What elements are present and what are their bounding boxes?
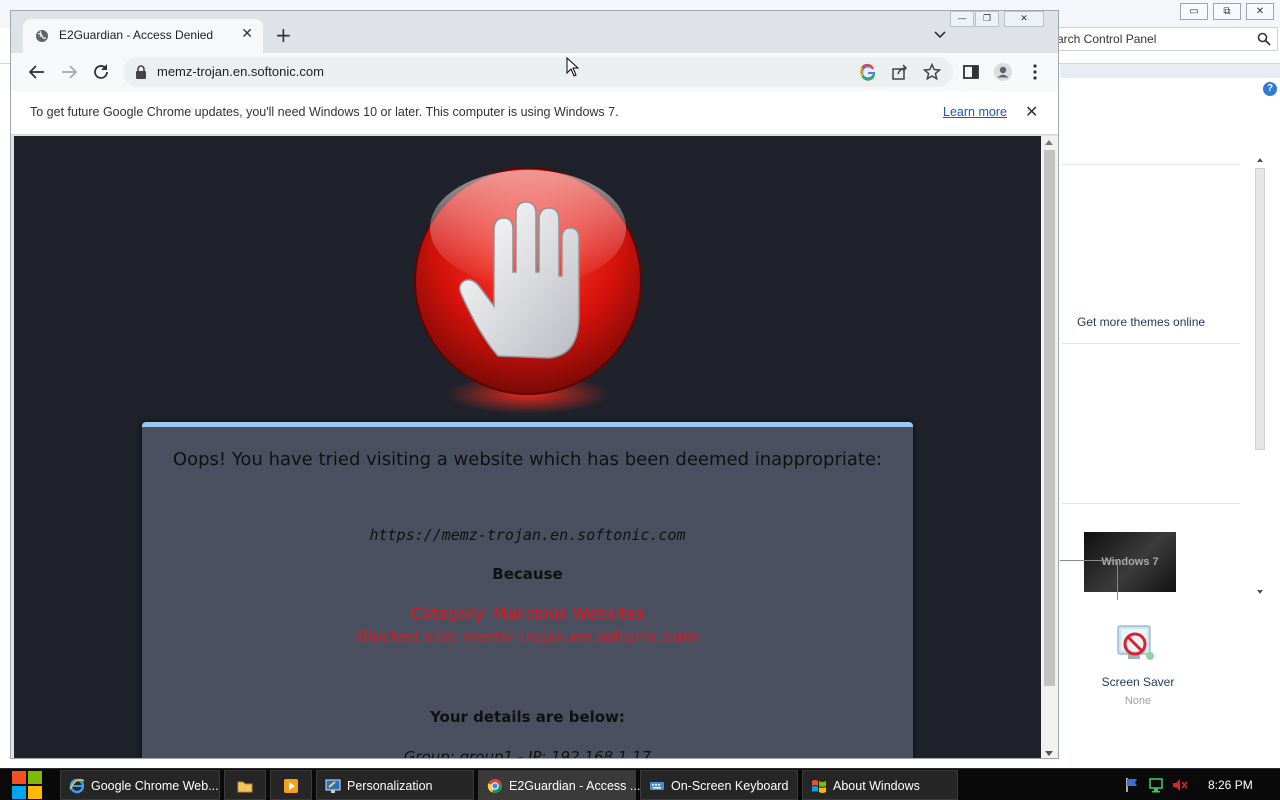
theme-selection-frame (1060, 560, 1118, 600)
globe-icon (36, 30, 48, 42)
tab-title: E2Guardian - Access Denied (59, 28, 214, 42)
keyboard-icon (650, 782, 664, 790)
taskbar-item-on-screen-keyboard[interactable]: On-Screen Keyboard (640, 770, 798, 800)
taskbar-item-media-player[interactable] (270, 770, 312, 800)
control-panel-maximize-button[interactable]: ⧉ (1213, 3, 1241, 20)
divider (1062, 164, 1240, 165)
windows-flag-icon (812, 780, 826, 793)
chrome-toolbar: memz-trojan.en.softonic.com (11, 53, 1058, 91)
lock-icon[interactable] (135, 65, 147, 79)
taskbar-item-personalization[interactable]: Personalization (316, 770, 474, 800)
taskbar-item-explorer[interactable] (224, 770, 266, 800)
close-tab-icon[interactable]: ✕ (241, 26, 253, 42)
google-lens-icon[interactable] (859, 63, 877, 81)
media-player-icon (284, 779, 298, 793)
windows-start-icon[interactable] (10, 769, 44, 800)
taskbar-item-label: About Windows (833, 779, 920, 793)
scroll-up-arrow-icon[interactable] (1045, 140, 1053, 145)
chrome-update-infobar: To get future Google Chrome updates, you… (11, 91, 1058, 135)
learn-more-link[interactable]: Learn more (943, 105, 1007, 119)
control-panel-scroll-thumb[interactable] (1255, 168, 1265, 450)
stop-hand-icon (414, 167, 642, 414)
infobar-message: To get future Google Chrome updates, you… (30, 105, 619, 119)
action-center-flag-icon[interactable] (1124, 777, 1140, 793)
profile-avatar-icon[interactable] (993, 62, 1013, 82)
taskbar-item-label: Personalization (347, 779, 433, 793)
chrome-window: E2Guardian - Access Denied ✕ + — ❐ ✕ mem… (10, 10, 1059, 759)
reload-icon[interactable] (91, 62, 111, 82)
group-ip-line: Group: group1 - IP: 192.168.1.17 (403, 748, 652, 759)
forward-arrow-icon[interactable] (59, 62, 79, 82)
control-panel-menu-strip (1060, 64, 1280, 78)
bookmark-star-icon[interactable] (923, 63, 941, 81)
kebab-menu-icon[interactable] (1025, 62, 1045, 82)
folder-icon (237, 781, 253, 793)
volume-muted-icon[interactable] (1172, 777, 1188, 793)
tab-e2guardian[interactable]: E2Guardian - Access Denied ✕ (23, 19, 263, 53)
taskbar-item-e2guardian[interactable]: E2Guardian - Access ... (478, 770, 640, 800)
page-scrollbar[interactable] (1041, 136, 1058, 758)
control-panel-minimize-button[interactable]: ▭ (1180, 3, 1208, 20)
page-scroll-thumb[interactable] (1044, 150, 1055, 686)
taskbar-item-label: On-Screen Keyboard (671, 779, 789, 793)
personalization-icon (325, 779, 341, 793)
get-more-themes-link[interactable]: Get more themes online (1077, 315, 1205, 329)
taskbar-item-label: E2Guardian - Access ... (509, 779, 641, 793)
chrome-maximize-button[interactable]: ❐ (975, 11, 999, 27)
details-heading: Your details are below: (430, 708, 625, 726)
control-panel-close-button[interactable]: ✕ (1246, 3, 1274, 20)
chrome-icon (487, 779, 503, 794)
share-icon[interactable] (891, 63, 909, 81)
control-panel-search-placeholder: arch Control Panel (1057, 32, 1157, 46)
divider (1062, 503, 1240, 504)
new-tab-button[interactable]: + (275, 25, 292, 45)
mouse-cursor-icon (566, 57, 580, 77)
ie-icon (69, 778, 85, 794)
blocked-url: https://memz-trojan.en.softonic.com (369, 526, 686, 544)
tab-strip: E2Guardian - Access Denied ✕ + — ❐ ✕ (11, 11, 1058, 53)
side-panel-icon[interactable] (961, 62, 981, 82)
infobar-close-icon[interactable]: ✕ (1025, 102, 1038, 121)
block-category: Category: Malicious Websites (410, 604, 645, 623)
back-arrow-icon[interactable] (27, 62, 47, 82)
chrome-close-button[interactable]: ✕ (1004, 11, 1044, 27)
screen-saver-label[interactable]: Screen Saver (1094, 675, 1182, 689)
url-text[interactable]: memz-trojan.en.softonic.com (157, 64, 324, 79)
block-message-panel: Oops! You have tried visiting a website … (142, 422, 913, 759)
taskbar-clock[interactable]: 8:26 PM (1208, 778, 1253, 792)
screen-saver-icon[interactable] (1112, 622, 1158, 668)
taskbar-item-about-windows[interactable]: About Windows (802, 770, 958, 800)
divider (1062, 343, 1240, 344)
chrome-minimize-button[interactable]: — (950, 11, 974, 27)
taskbar-item-label: Google Chrome Web... (91, 779, 219, 793)
scroll-down-arrow-icon[interactable] (1045, 751, 1053, 756)
chevron-down-icon[interactable] (933, 29, 947, 41)
because-label: Because (492, 565, 563, 583)
search-icon[interactable] (1257, 32, 1271, 46)
screen-saver-value: None (1124, 695, 1152, 707)
block-heading: Oops! You have tried visiting a website … (172, 449, 883, 470)
help-icon[interactable]: ? (1263, 82, 1277, 96)
control-panel-search-input[interactable]: arch Control Panel (1052, 27, 1278, 51)
address-bar[interactable]: memz-trojan.en.softonic.com (123, 57, 953, 87)
network-icon[interactable] (1148, 777, 1164, 793)
taskbar-item-chrome-web[interactable]: Google Chrome Web... (60, 770, 220, 800)
blocked-site-line: Blocked site: memz-trojan.en.softonic.co… (356, 627, 699, 646)
page-viewport: Oops! You have tried visiting a website … (14, 136, 1041, 759)
taskbar: Google Chrome Web... Personalization E2G… (0, 768, 1280, 800)
